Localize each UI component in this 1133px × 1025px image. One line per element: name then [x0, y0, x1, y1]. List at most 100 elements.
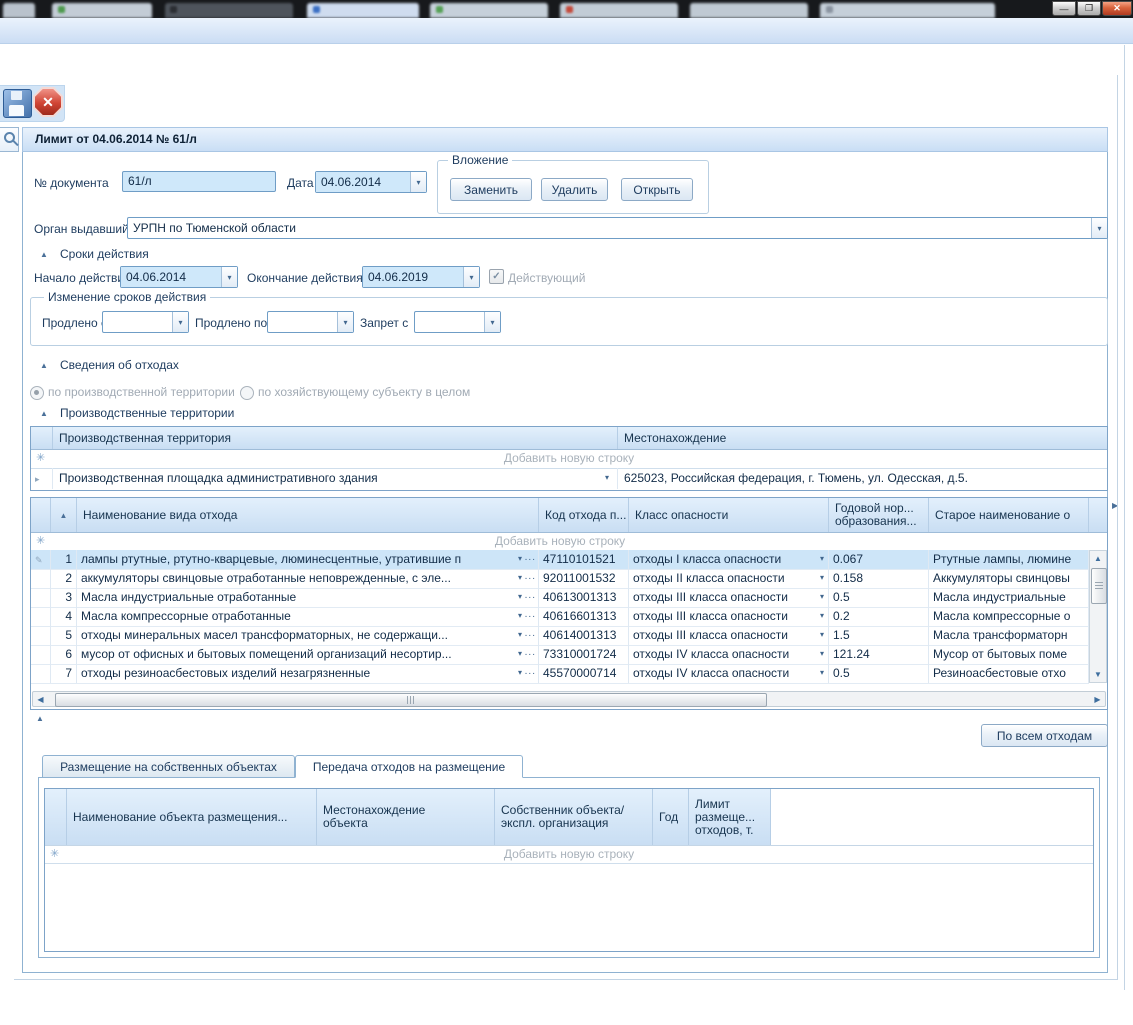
- annual-cell[interactable]: 121.24: [829, 645, 929, 664]
- name-cell[interactable]: лампы ртутные, ртутно-кварцевые, люминес…: [77, 550, 539, 569]
- close-window-button[interactable]: ✕: [1102, 1, 1132, 16]
- authority-combobox[interactable]: УРПН по Тюменской области▾: [127, 217, 1108, 239]
- annual-cell[interactable]: 0.067: [829, 550, 929, 569]
- add-row[interactable]: ✳ Добавить новую строку: [45, 845, 1093, 864]
- scrollbar-thumb[interactable]: [1091, 568, 1107, 604]
- code-cell[interactable]: 40613001313: [539, 588, 629, 607]
- add-row[interactable]: ✳ Добавить новую строку: [31, 532, 1089, 551]
- class-cell[interactable]: отходы III класса опасности▾: [629, 626, 829, 645]
- name-cell[interactable]: отходы минеральных масел трансформаторны…: [77, 626, 539, 645]
- annual-cell[interactable]: 0.2: [829, 607, 929, 626]
- chevron-down-icon[interactable]: ▾: [221, 267, 237, 287]
- date-combobox[interactable]: 04.06.2014▾: [315, 171, 427, 193]
- old-name-cell[interactable]: Аккумуляторы свинцовы: [929, 569, 1089, 588]
- name-cell[interactable]: Масла компрессорные отработанные▾...: [77, 607, 539, 626]
- annual-cell[interactable]: 1.5: [829, 626, 929, 645]
- browser-tab[interactable]: [560, 3, 678, 18]
- browser-tab[interactable]: [165, 3, 293, 18]
- ellipsis-button[interactable]: ...: [525, 569, 536, 585]
- code-cell[interactable]: 40616601313: [539, 607, 629, 626]
- name-cell[interactable]: аккумуляторы свинцовые отработанные непо…: [77, 569, 539, 588]
- doc-number-input[interactable]: 61/л: [122, 171, 276, 192]
- table-row[interactable]: 6 мусор от офисных и бытовых помещений о…: [31, 645, 1089, 665]
- name-cell[interactable]: Масла индустриальные отработанные▾...: [77, 588, 539, 607]
- old-name-cell[interactable]: Резиноасбестовые отхо: [929, 664, 1089, 683]
- save-icon[interactable]: [3, 89, 32, 118]
- chevron-down-icon[interactable]: ▾: [518, 626, 522, 644]
- replace-attachment-button[interactable]: Заменить: [450, 178, 532, 201]
- collapse-icon[interactable]: ▲: [40, 409, 48, 418]
- table-row[interactable]: 5 отходы минеральных масел трансформатор…: [31, 626, 1089, 646]
- chevron-down-icon[interactable]: ▾: [820, 664, 824, 682]
- code-cell[interactable]: 92011001532: [539, 569, 629, 588]
- column-header-class[interactable]: Класс опасности: [629, 498, 829, 532]
- restore-button[interactable]: ❐: [1077, 1, 1101, 16]
- column-header-object-name[interactable]: Наименование объекта размещения...: [67, 789, 317, 845]
- column-header-limit[interactable]: Лимит размеще... отходов, т.: [689, 789, 771, 845]
- code-cell[interactable]: 45570000714: [539, 664, 629, 683]
- name-cell[interactable]: мусор от офисных и бытовых помещений орг…: [77, 645, 539, 664]
- old-name-cell[interactable]: Масла трансформаторн: [929, 626, 1089, 645]
- location-cell[interactable]: 625023, Российская федерация, г. Тюмень,…: [618, 468, 1107, 489]
- ellipsis-button[interactable]: ...: [525, 626, 536, 642]
- chevron-down-icon[interactable]: ▾: [463, 267, 479, 287]
- chevron-down-icon[interactable]: ▾: [518, 607, 522, 625]
- minimize-button[interactable]: —: [1052, 1, 1076, 16]
- chevron-down-icon[interactable]: ▾: [410, 172, 426, 192]
- tab-transfer[interactable]: Передача отходов на размещение: [295, 755, 523, 778]
- chevron-down-icon[interactable]: ▾: [518, 588, 522, 606]
- horizontal-scrollbar[interactable]: ◀ ▶: [32, 691, 1106, 707]
- section-waste-info-title[interactable]: Сведения об отходах: [60, 358, 179, 372]
- browser-tab[interactable]: [820, 3, 995, 18]
- column-header-code[interactable]: Код отхода п...: [539, 498, 629, 532]
- section-validity-title[interactable]: Сроки действия: [60, 247, 149, 261]
- browser-tab[interactable]: [3, 3, 35, 18]
- column-header-name[interactable]: Наименование вида отхода: [77, 498, 539, 532]
- collapse-icon[interactable]: ▲: [36, 714, 44, 723]
- vertical-scrollbar[interactable]: ▲ ▼: [1089, 550, 1107, 683]
- ellipsis-button[interactable]: ...: [525, 607, 536, 623]
- ellipsis-button[interactable]: ...: [525, 588, 536, 604]
- chevron-down-icon[interactable]: ▾: [484, 312, 500, 332]
- code-cell[interactable]: 40614001313: [539, 626, 629, 645]
- chevron-down-icon[interactable]: ▾: [820, 550, 824, 568]
- table-row[interactable]: ▸ Производственная площадка администрати…: [31, 468, 1107, 489]
- delete-attachment-button[interactable]: Удалить: [541, 178, 608, 201]
- all-waste-button[interactable]: По всем отходам: [981, 724, 1108, 747]
- column-header-owner[interactable]: Собственник объекта/ экспл. организация: [495, 789, 653, 845]
- browser-tab[interactable]: [690, 3, 808, 18]
- section-territories-title[interactable]: Производственные территории: [60, 406, 234, 420]
- extended-to-combobox[interactable]: ▾: [267, 311, 354, 333]
- column-header-location[interactable]: Местонахождение: [618, 427, 1107, 449]
- old-name-cell[interactable]: Масла компрессорные о: [929, 607, 1089, 626]
- annual-cell[interactable]: 0.5: [829, 588, 929, 607]
- old-name-cell[interactable]: Ртутные лампы, люмине: [929, 550, 1089, 569]
- chevron-down-icon[interactable]: ▾: [172, 312, 188, 332]
- tab-own-objects[interactable]: Размещение на собственных объектах: [42, 755, 295, 778]
- chevron-down-icon[interactable]: ▾: [518, 550, 522, 568]
- old-name-cell[interactable]: Мусор от бытовых поме: [929, 645, 1089, 664]
- code-cell[interactable]: 47110101521: [539, 550, 629, 569]
- column-header-object-location[interactable]: Местонахождение объекта: [317, 789, 495, 845]
- column-header-year[interactable]: Год: [653, 789, 689, 845]
- ban-from-combobox[interactable]: ▾: [414, 311, 501, 333]
- chevron-down-icon[interactable]: ▾: [605, 468, 609, 488]
- class-cell[interactable]: отходы IV класса опасности▾: [629, 645, 829, 664]
- column-header-old-name[interactable]: Старое наименование о: [929, 498, 1089, 532]
- chevron-down-icon[interactable]: ▾: [518, 569, 522, 587]
- table-row[interactable]: ✎ 1 лампы ртутные, ртутно-кварцевые, люм…: [31, 550, 1089, 570]
- table-row[interactable]: 4 Масла компрессорные отработанные▾... 4…: [31, 607, 1089, 627]
- chevron-down-icon[interactable]: ▾: [820, 588, 824, 606]
- ellipsis-button[interactable]: ...: [525, 550, 536, 566]
- browser-tab[interactable]: [52, 3, 152, 18]
- territory-cell[interactable]: Производственная площадка административн…: [53, 468, 618, 489]
- annual-cell[interactable]: 0.5: [829, 664, 929, 683]
- collapse-icon[interactable]: ▲: [40, 250, 48, 259]
- chevron-down-icon[interactable]: ▾: [518, 664, 522, 682]
- chevron-down-icon[interactable]: ▾: [518, 645, 522, 663]
- table-row[interactable]: 2 аккумуляторы свинцовые отработанные не…: [31, 569, 1089, 589]
- scroll-down-icon[interactable]: ▼: [1090, 667, 1106, 682]
- chevron-down-icon[interactable]: ▾: [820, 626, 824, 644]
- collapse-icon[interactable]: ▲: [40, 361, 48, 370]
- browser-tab[interactable]: [430, 3, 548, 18]
